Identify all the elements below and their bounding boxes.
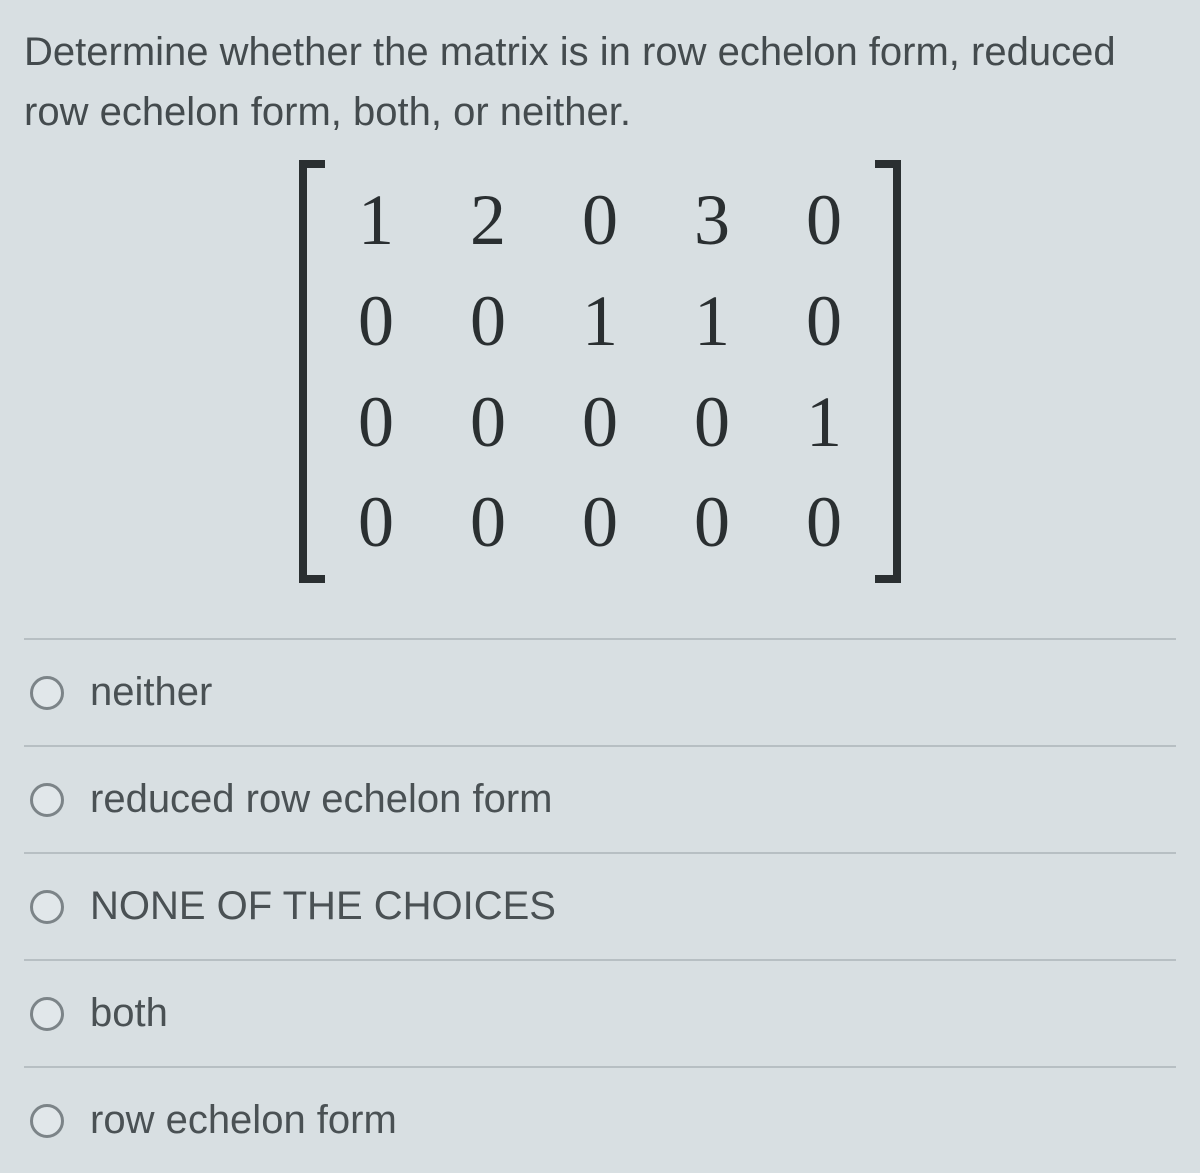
option-none-of-the-choices[interactable]: NONE OF THE CHOICES (24, 854, 1176, 961)
option-both[interactable]: both (24, 961, 1176, 1068)
radio-icon (30, 997, 64, 1031)
matrix-cell: 0 (573, 372, 627, 473)
matrix-cell: 0 (573, 472, 627, 573)
option-neither[interactable]: neither (24, 640, 1176, 747)
matrix-cell: 2 (461, 170, 515, 271)
matrix-row: 0 0 1 1 0 (349, 271, 851, 372)
option-label: row echelon form (90, 1098, 397, 1143)
question-text: Determine whether the matrix is in row e… (24, 22, 1176, 142)
option-reduced-row-echelon-form[interactable]: reduced row echelon form (24, 747, 1176, 854)
matrix-cell: 1 (349, 170, 403, 271)
radio-icon (30, 783, 64, 817)
matrix-cell: 0 (797, 472, 851, 573)
matrix-cell: 0 (349, 472, 403, 573)
matrix-row: 0 0 0 0 1 (349, 372, 851, 473)
matrix-cell: 0 (461, 472, 515, 573)
matrix-cell: 0 (349, 271, 403, 372)
matrix-cell: 0 (685, 372, 739, 473)
matrix-row: 1 2 0 3 0 (349, 170, 851, 271)
option-label: both (90, 991, 168, 1036)
matrix-cell: 0 (685, 472, 739, 573)
matrix-cell: 1 (685, 271, 739, 372)
question-container: Determine whether the matrix is in row e… (0, 0, 1200, 1173)
matrix: 1 2 0 3 0 0 0 1 1 0 0 0 0 0 (24, 160, 1176, 583)
matrix-cell: 1 (573, 271, 627, 372)
matrix-cell: 0 (461, 271, 515, 372)
option-row-echelon-form[interactable]: row echelon form (24, 1068, 1176, 1173)
matrix-cell: 0 (349, 372, 403, 473)
matrix-cell: 0 (573, 170, 627, 271)
matrix-left-bracket (299, 160, 325, 583)
option-label: reduced row echelon form (90, 777, 552, 822)
matrix-row: 0 0 0 0 0 (349, 472, 851, 573)
radio-icon (30, 890, 64, 924)
matrix-cell: 0 (797, 271, 851, 372)
matrix-cell: 0 (461, 372, 515, 473)
option-label: neither (90, 670, 212, 715)
matrix-cell: 3 (685, 170, 739, 271)
option-label: NONE OF THE CHOICES (90, 884, 556, 929)
radio-icon (30, 676, 64, 710)
matrix-cell: 1 (797, 372, 851, 473)
matrix-rows: 1 2 0 3 0 0 0 1 1 0 0 0 0 0 (325, 160, 875, 583)
matrix-cell: 0 (797, 170, 851, 271)
radio-icon (30, 1104, 64, 1138)
matrix-right-bracket (875, 160, 901, 583)
options-list: neither reduced row echelon form NONE OF… (24, 638, 1176, 1173)
